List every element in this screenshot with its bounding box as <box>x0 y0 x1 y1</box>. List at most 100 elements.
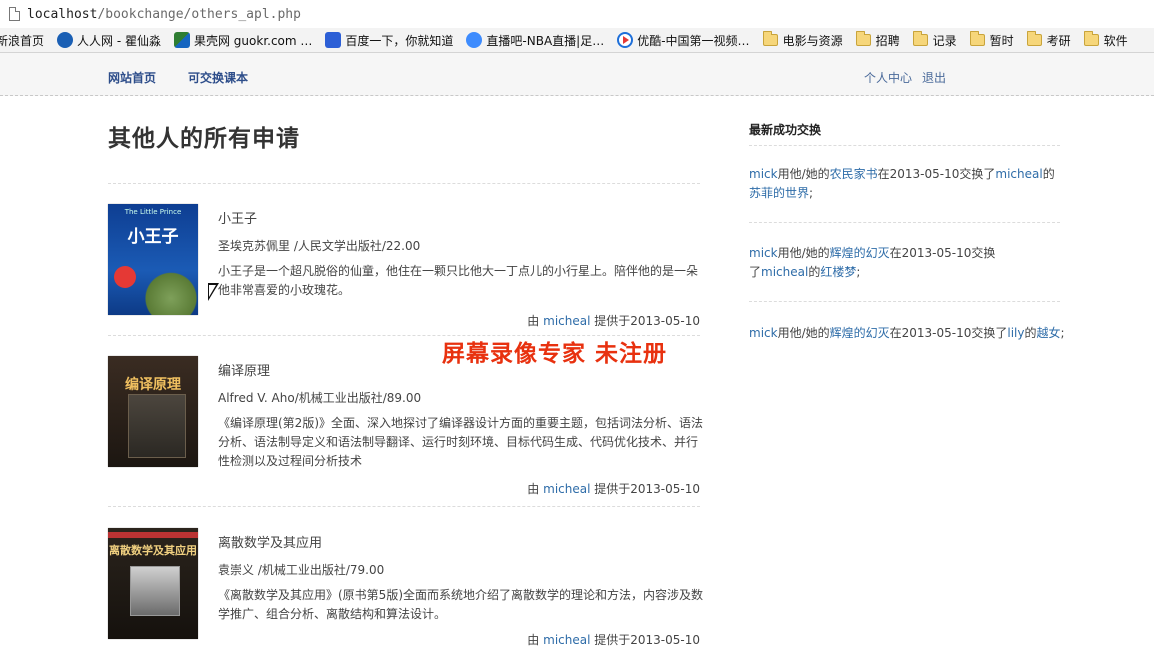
bookmark-renren[interactable]: 人人网 - 瞿仙淼 <box>57 32 161 49</box>
book-link[interactable]: 农民家书 <box>830 167 878 181</box>
baidu-icon <box>325 32 342 48</box>
book-link[interactable]: 红楼梦 <box>820 265 856 279</box>
book-item-compilers: 编译原理 编译原理 Alfred V. Aho/机械工业出版社/89.00 《编… <box>108 356 704 516</box>
bookmark-label: 软件 <box>1103 33 1128 48</box>
renren-icon <box>57 32 74 48</box>
exchange-record: mick用他/她的农民家书在2013-05-10交换了micheal的苏菲的世界… <box>749 165 1061 203</box>
bookmark-label: 直播吧-NBA直播|足… <box>486 33 605 48</box>
recorder-watermark: 屏幕录像专家 未注册 <box>442 340 668 367</box>
provider-prefix: 由 <box>527 633 540 647</box>
sidebar-divider <box>749 301 1060 302</box>
bookmark-label: 人人网 - 瞿仙淼 <box>77 33 161 48</box>
bookmark-folder-software[interactable]: 软件 <box>1083 31 1128 49</box>
user-link[interactable]: micheal <box>761 265 808 279</box>
book-provider: 由 micheal 提供于2013-05-10 <box>527 312 700 329</box>
record-text: ; <box>809 186 814 200</box>
provider-user-link[interactable]: micheal <box>543 633 590 647</box>
divider <box>108 183 700 184</box>
provider-user-link[interactable]: micheal <box>543 482 590 496</box>
cover-art <box>130 566 180 616</box>
book-description: 小王子是一个超凡脱俗的仙童，他住在一颗只比他大一丁点儿的小行星上。陪伴他的是一朵… <box>218 264 699 297</box>
cover-badge <box>114 266 136 288</box>
book-link[interactable]: 苏菲的世界 <box>749 186 809 200</box>
user-link[interactable]: lily <box>1007 326 1024 340</box>
divider <box>108 506 700 507</box>
provider-user-link[interactable]: micheal <box>543 314 590 328</box>
book-link[interactable]: 辉煌的幻灭 <box>830 246 890 260</box>
nav-exchangeable-link[interactable]: 可交换课本 <box>188 69 248 86</box>
bookmark-folder-temp[interactable]: 暂时 <box>969 31 1014 49</box>
zhibo-icon <box>466 32 483 48</box>
user-link[interactable]: micheal <box>995 167 1042 181</box>
record-text: 的 <box>808 265 821 279</box>
exchange-record: mick用他/她的辉煌的幻灭在2013-05-10交换了lily的越女; <box>749 324 1069 343</box>
bookmark-label: 果壳网 guokr.com … <box>193 33 313 48</box>
bookmark-zhibo[interactable]: 直播吧-NBA直播|足… <box>466 32 604 49</box>
bookmark-sina[interactable]: 新浪首页 <box>0 32 44 49</box>
folder-icon <box>1083 31 1099 46</box>
bookmark-folder-records[interactable]: 记录 <box>912 31 957 49</box>
folder-icon <box>762 31 778 46</box>
bookmark-baidu[interactable]: 百度一下，你就知道 <box>325 32 453 49</box>
page-title: 其他人的所有申请 <box>108 125 300 152</box>
book-meta: 袁崇义 /机械工业出版社/79.00 <box>218 563 385 577</box>
folder-icon <box>912 31 928 46</box>
cover-title: 编译原理 <box>125 377 181 393</box>
user-link[interactable]: mick <box>749 326 778 340</box>
cover-title: 离散数学及其应用 <box>109 544 197 557</box>
book-title[interactable]: 小王子 <box>218 208 257 227</box>
cover-title: 小王子 <box>127 227 179 247</box>
book-description: 《编译原理(第2版)》全面、深入地探讨了编译器设计方面的重要主题，包括词法分析、… <box>218 416 704 468</box>
folder-icon <box>969 31 985 46</box>
book-link[interactable]: 越女 <box>1037 326 1061 340</box>
book-description: 《离散数学及其应用》(原书第5版)全面而系统地介绍了离散数学的理论和方法，内容涉… <box>218 588 704 621</box>
bookmark-folder-movies[interactable]: 电影与资源 <box>762 31 843 49</box>
bookmark-folder-exam[interactable]: 考研 <box>1026 31 1071 49</box>
record-text: 的 <box>1042 167 1055 181</box>
book-cover[interactable]: 编译原理 <box>108 356 198 467</box>
book-cover[interactable]: 离散数学及其应用 <box>108 528 198 639</box>
url-text[interactable]: localhost/bookchange/others_apl.php <box>27 7 301 22</box>
exchange-record: mick用他/她的辉煌的幻灭在2013-05-10交换了micheal的红楼梦; <box>749 244 999 282</box>
guokr-icon <box>173 32 190 48</box>
folder-icon <box>1026 31 1042 46</box>
nav-logout-link[interactable]: 退出 <box>922 69 946 86</box>
book-meta: 圣埃克苏佩里 /人民文学出版社/22.00 <box>218 239 421 253</box>
record-text: 在2013-05-10交换了 <box>889 326 1008 340</box>
record-text: ; <box>856 265 861 279</box>
provider-suffix: 提供于2013-05-10 <box>594 314 700 328</box>
nav-home-link[interactable]: 网站首页 <box>108 69 156 86</box>
sidebar-divider <box>749 222 1060 223</box>
bookmark-folder-jobs[interactable]: 招聘 <box>855 31 900 49</box>
bookmark-label: 电影与资源 <box>782 33 843 48</box>
book-link[interactable]: 辉煌的幻灭 <box>830 326 890 340</box>
provider-prefix: 由 <box>527 314 540 328</box>
bookmark-label: 招聘 <box>875 33 900 48</box>
provider-suffix: 提供于2013-05-10 <box>594 482 700 496</box>
folder-icon <box>855 31 871 46</box>
mouse-cursor-icon <box>208 283 219 301</box>
record-text: 用他/她的 <box>777 246 830 260</box>
bookmark-guokr[interactable]: 果壳网 guokr.com … <box>173 32 313 49</box>
sidebar-title: 最新成功交换 <box>749 123 822 137</box>
nav-personal-link[interactable]: 个人中心 <box>864 69 912 86</box>
url-path: /bookchange/others_apl.php <box>97 6 301 22</box>
user-link[interactable]: mick <box>749 246 778 260</box>
bookmark-label: 优酷-中国第一视频… <box>637 33 750 48</box>
address-bar[interactable]: localhost/bookchange/others_apl.php <box>0 0 1154 28</box>
bookmark-label: 新浪首页 <box>0 33 45 48</box>
book-title[interactable]: 离散数学及其应用 <box>218 532 322 551</box>
cover-art <box>128 394 186 458</box>
provider-suffix: 提供于2013-05-10 <box>594 633 700 647</box>
record-text: ; <box>1060 326 1065 340</box>
user-link[interactable]: mick <box>749 167 778 181</box>
bookmarks-bar: 新浪首页 人人网 - 瞿仙淼 果壳网 guokr.com … 百度一下，你就知道… <box>0 28 1154 53</box>
book-title[interactable]: 编译原理 <box>218 360 270 379</box>
bookmark-youku[interactable]: 优酷-中国第一视频… <box>617 32 750 49</box>
book-cover[interactable]: The Little Prince 小王子 <box>108 204 198 315</box>
bookmark-label: 暂时 <box>989 33 1014 48</box>
youku-icon <box>617 32 634 48</box>
record-text: 的 <box>1024 326 1037 340</box>
url-host: localhost <box>27 6 98 22</box>
record-text: 在2013-05-10交换了 <box>877 167 996 181</box>
